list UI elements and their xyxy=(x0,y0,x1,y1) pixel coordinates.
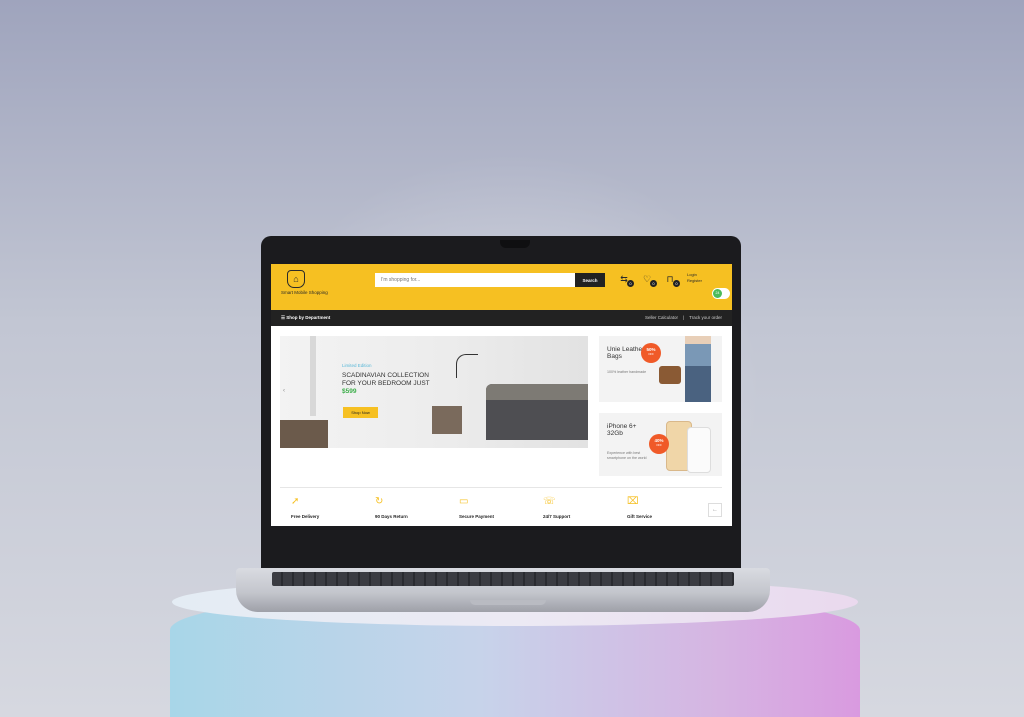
leather-bag-image xyxy=(659,366,681,384)
search-bar: Search xyxy=(375,273,605,287)
promo-subtitle: Experience with best smartphone on the w… xyxy=(607,451,647,460)
banner-stump xyxy=(280,420,328,448)
shopping-bag-icon: ⌂ xyxy=(287,270,305,288)
compare-icon[interactable]: ⇆ 0 xyxy=(617,272,634,287)
site-header: ⌂ Smart Mobile Shopping Search ⇆0 ♡0 ⊓0 … xyxy=(271,264,732,310)
laptop-bezel xyxy=(261,526,741,569)
cart-count: 0 xyxy=(673,280,680,287)
laptop-front-notch xyxy=(470,600,546,605)
feature-label: Free Delivery xyxy=(291,514,320,519)
slider-prev-icon[interactable]: ‹ xyxy=(283,388,285,394)
shop-by-department-menu[interactable]: ☰ Shop by Department xyxy=(281,315,330,321)
discount-badge: 40% OFF xyxy=(649,434,669,454)
nav-divider: | xyxy=(682,315,685,320)
account-links: Login Register xyxy=(687,272,702,284)
hero-banner[interactable]: ‹ Limited Edition Scadinavian collection… xyxy=(280,336,588,448)
section-divider xyxy=(280,487,722,488)
feature-support: ☏ 24/7 Support xyxy=(543,496,627,519)
banner-stool xyxy=(432,406,462,434)
banner-lamp xyxy=(456,354,478,378)
site-logo[interactable]: ⌂ Smart Mobile Shopping xyxy=(281,270,328,304)
promo-title: iPhone 6+ 32Gb xyxy=(607,423,637,437)
register-link[interactable]: Register xyxy=(687,278,702,284)
scroll-top-button[interactable]: ← xyxy=(708,503,722,517)
header-icons: ⇆ 0 ♡ 0 ⊓ 0 xyxy=(617,272,680,287)
search-button[interactable]: Search xyxy=(575,273,605,287)
banner-blanket xyxy=(486,384,588,400)
feature-returns: ↻ 90 Days Return xyxy=(375,496,459,519)
compare-count: 0 xyxy=(627,280,634,287)
feature-secure-payment: ▭ Secure Payment xyxy=(459,496,543,519)
shop-by-department-label: Shop by Department xyxy=(286,315,331,320)
gift-icon: ⌧ xyxy=(627,496,639,507)
feature-label: 90 Days Return xyxy=(375,514,408,519)
discount-badge: 50% OFF xyxy=(641,343,661,363)
chat-badge: 24 xyxy=(713,289,722,298)
shop-now-button[interactable]: Shop Now xyxy=(343,407,378,418)
return-icon: ↻ xyxy=(375,496,384,507)
feature-label: 24/7 Support xyxy=(543,514,571,519)
phone-front-image xyxy=(687,427,711,473)
seller-calculator-link[interactable]: Seller Calculator xyxy=(645,315,678,320)
cart-icon[interactable]: ⊓ 0 xyxy=(663,272,680,287)
feature-label: Gift Service xyxy=(627,514,653,519)
laptop-camera-notch xyxy=(500,240,530,248)
feature-free-delivery: ➚ Free Delivery xyxy=(291,496,375,519)
model-image xyxy=(685,336,711,402)
laptop-screen: ⌂ Smart Mobile Shopping Search ⇆0 ♡0 ⊓0 … xyxy=(271,264,732,526)
rocket-icon: ➚ xyxy=(291,496,300,507)
features-row: ➚ Free Delivery ↻ 90 Days Return ▭ Secur… xyxy=(291,496,711,519)
chat-widget[interactable]: 24 xyxy=(712,288,730,299)
discount-word: OFF xyxy=(648,352,654,356)
banner-title-text: Scadinavian collection for your bedroom … xyxy=(342,372,430,387)
support-icon: ☏ xyxy=(543,496,556,507)
laptop-keyboard xyxy=(272,572,734,586)
department-nav: ☰ Shop by Department Seller Calculator |… xyxy=(271,310,732,326)
logo-text: Smart Mobile Shopping xyxy=(281,290,328,295)
banner-window xyxy=(310,336,316,416)
track-order-link[interactable]: Track your order xyxy=(689,315,722,320)
feature-gift-service: ⌧ Gift Service xyxy=(627,496,711,519)
banner-tag: Limited Edition xyxy=(342,363,372,368)
search-input[interactable] xyxy=(375,273,575,287)
card-icon: ▭ xyxy=(459,496,469,507)
banner-title: Scadinavian collection for your bedroom … xyxy=(342,372,437,396)
promo-card-bags[interactable]: Unie Leather Bags 100% leather handmade … xyxy=(599,336,722,402)
banner-price: $599 xyxy=(342,388,357,395)
wishlist-icon[interactable]: ♡ 0 xyxy=(640,272,657,287)
promo-card-iphone[interactable]: iPhone 6+ 32Gb Experience with best smar… xyxy=(599,413,722,476)
promo-subtitle: 100% leather handmade xyxy=(607,370,647,374)
discount-word: OFF xyxy=(656,443,662,447)
feature-label: Secure Payment xyxy=(459,514,495,519)
wishlist-count: 0 xyxy=(650,280,657,287)
